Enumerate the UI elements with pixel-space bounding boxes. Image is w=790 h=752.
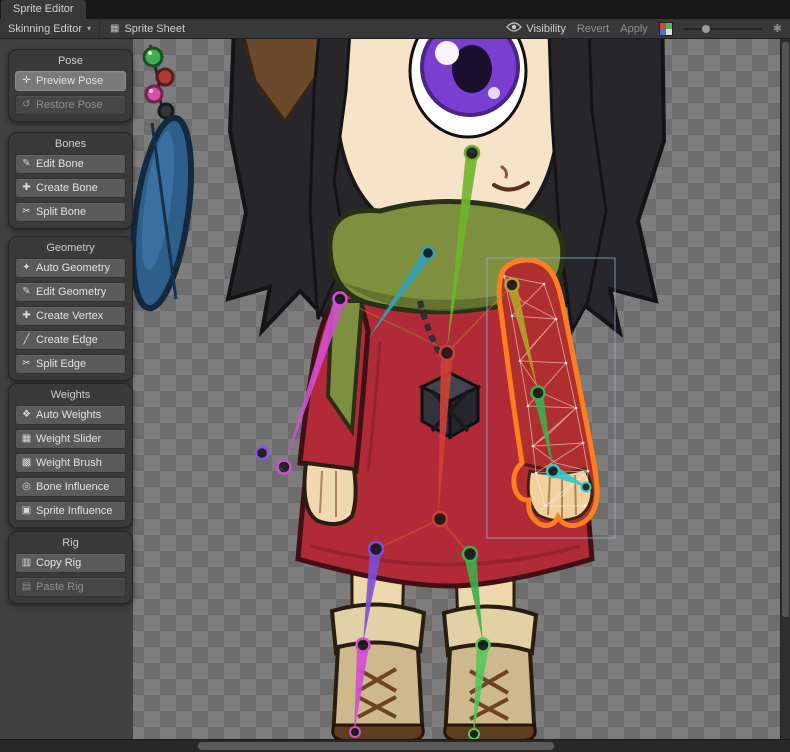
paste-rig-label: Paste Rig [36, 581, 84, 593]
panel-rig-title: Rig [9, 535, 132, 553]
weight-slider-button[interactable]: ▦ Weight Slider [15, 429, 126, 449]
create-bone-icon: ✚ [21, 183, 32, 193]
auto-weights-label: Auto Weights [36, 409, 101, 421]
create-edge-icon: ╱ [21, 335, 32, 345]
weight-brush-label: Weight Brush [36, 457, 102, 469]
create-edge-label: Create Edge [36, 334, 98, 346]
toolbar: Skinning Editor ▾ ▦ Sprite Sheet Visibil… [0, 19, 790, 39]
sprite-sheet-label: Sprite Sheet [124, 23, 185, 35]
create-vertex-icon: ✚ [21, 311, 32, 321]
overlay-settings-icon[interactable]: ✱ [773, 22, 782, 35]
sprite-influence-label: Sprite Influence [36, 505, 112, 517]
zoom-slider-thumb[interactable] [702, 25, 710, 33]
copy-rig-label: Copy Rig [36, 557, 81, 569]
horizontal-scrollbar-thumb[interactable] [198, 742, 554, 750]
auto-weights-icon: ❖ [21, 410, 32, 420]
mode-dropdown[interactable]: Skinning Editor ▾ [0, 19, 100, 38]
horizontal-scrollbar[interactable] [0, 739, 790, 752]
sprite-canvas[interactable]: Pose ✛ Preview Pose ↺ Restore Pose Bones… [0, 39, 790, 739]
revert-button[interactable]: Revert [577, 23, 609, 35]
split-bone-icon: ✂ [21, 207, 32, 217]
eye-icon [506, 22, 522, 35]
weight-slider-label: Weight Slider [36, 433, 101, 445]
preview-pose-button[interactable]: ✛ Preview Pose [15, 71, 126, 91]
restore-pose-icon: ↺ [21, 100, 32, 110]
charm-art [123, 45, 201, 312]
auto-geometry-button[interactable]: ✦ Auto Geometry [15, 258, 126, 278]
split-edge-button[interactable]: ✂ Split Edge [15, 354, 126, 374]
right-boot-art [444, 606, 536, 739]
edit-bone-label: Edit Bone [36, 158, 84, 170]
bone-influence-label: Bone Influence [36, 481, 109, 493]
create-bone-button[interactable]: ✚ Create Bone [15, 178, 126, 198]
paste-rig-icon: ▤ [21, 582, 32, 592]
apply-button[interactable]: Apply [620, 23, 648, 35]
window-tab-bar: Sprite Editor [0, 0, 790, 19]
panel-weights-title: Weights [9, 387, 132, 405]
auto-geometry-icon: ✦ [21, 263, 32, 273]
edit-geometry-label: Edit Geometry [36, 286, 106, 298]
sprite-sheet-icon: ▦ [110, 23, 119, 34]
create-vertex-button[interactable]: ✚ Create Vertex [15, 306, 126, 326]
sprite-influence-button[interactable]: ▣ Sprite Influence [15, 501, 126, 521]
sprite-editor-window: Sprite Editor Skinning Editor ▾ ▦ Sprite… [0, 0, 790, 750]
left-boot-art [332, 604, 424, 739]
panel-pose: Pose ✛ Preview Pose ↺ Restore Pose [8, 49, 133, 122]
mode-dropdown-label: Skinning Editor [8, 23, 82, 35]
panel-geometry-title: Geometry [9, 240, 132, 258]
bone-influence-icon: ◎ [21, 482, 32, 492]
create-edge-button[interactable]: ╱ Create Edge [15, 330, 126, 350]
weight-brush-button[interactable]: ▩ Weight Brush [15, 453, 126, 473]
preview-pose-icon: ✛ [21, 76, 32, 86]
vertical-scrollbar[interactable] [780, 39, 790, 739]
create-bone-label: Create Bone [36, 182, 98, 194]
restore-pose-button[interactable]: ↺ Restore Pose [15, 95, 126, 115]
visibility-toggle[interactable]: Visibility [506, 22, 566, 35]
split-edge-icon: ✂ [21, 359, 32, 369]
restore-pose-label: Restore Pose [36, 99, 103, 111]
auto-weights-button[interactable]: ❖ Auto Weights [15, 405, 126, 425]
visibility-label: Visibility [526, 23, 566, 35]
edit-geometry-icon: ✎ [21, 287, 32, 297]
panel-bones-title: Bones [9, 136, 132, 154]
preview-pose-label: Preview Pose [36, 75, 103, 87]
panel-rig: Rig ▥ Copy Rig ▤ Paste Rig [8, 531, 133, 604]
sprite-sheet-button[interactable]: ▦ Sprite Sheet [100, 23, 195, 35]
bone-influence-button[interactable]: ◎ Bone Influence [15, 477, 126, 497]
tab-sprite-editor[interactable]: Sprite Editor [1, 0, 86, 19]
chevron-down-icon: ▾ [87, 24, 91, 33]
edit-bone-button[interactable]: ✎ Edit Bone [15, 154, 126, 174]
create-vertex-label: Create Vertex [36, 310, 103, 322]
split-edge-label: Split Edge [36, 358, 86, 370]
split-bone-label: Split Bone [36, 206, 86, 218]
edit-geometry-button[interactable]: ✎ Edit Geometry [15, 282, 126, 302]
panel-geometry: Geometry ✦ Auto Geometry ✎ Edit Geometry… [8, 236, 133, 381]
panel-pose-title: Pose [9, 53, 132, 71]
auto-geometry-label: Auto Geometry [36, 262, 110, 274]
zoom-slider[interactable] [684, 23, 762, 35]
copy-rig-button[interactable]: ▥ Copy Rig [15, 553, 126, 573]
paste-rig-button[interactable]: ▤ Paste Rig [15, 577, 126, 597]
sprite-influence-icon: ▣ [21, 506, 32, 516]
copy-rig-icon: ▥ [21, 558, 32, 568]
vertical-scrollbar-thumb[interactable] [782, 42, 789, 617]
weight-brush-icon: ▩ [21, 458, 32, 468]
edit-bone-icon: ✎ [21, 159, 32, 169]
split-bone-button[interactable]: ✂ Split Bone [15, 202, 126, 222]
panel-weights: Weights ❖ Auto Weights ▦ Weight Slider ▩… [8, 383, 133, 528]
weight-slider-icon: ▦ [21, 434, 32, 444]
panel-bones: Bones ✎ Edit Bone ✚ Create Bone ✂ Split … [8, 132, 133, 229]
color-overlay-icon[interactable] [659, 22, 673, 36]
